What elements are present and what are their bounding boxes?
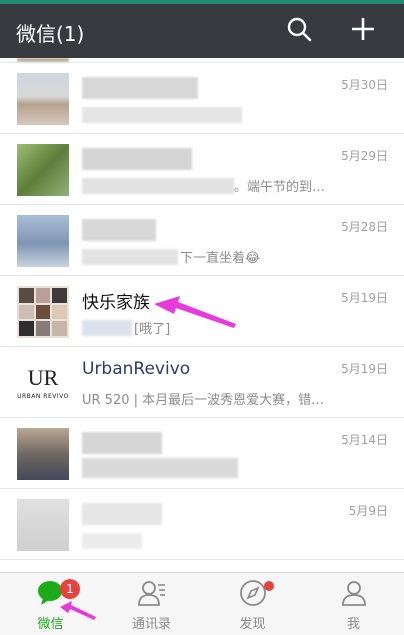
chat-row[interactable]: 下一直坐着😂 5月28日 <box>0 205 404 276</box>
tab-weixin[interactable]: 1 微信 <box>0 573 101 635</box>
member-photo <box>52 321 67 336</box>
status-strip <box>0 0 404 4</box>
chat-row[interactable]: 5月30日 <box>0 63 404 134</box>
chat-date: 5月9日 <box>348 504 388 518</box>
logo-monogram: UR <box>27 365 59 390</box>
tab-bar: 1 微信 通讯录 发现 我 <box>0 572 404 635</box>
blurred-name <box>82 503 162 525</box>
avatar <box>17 215 69 267</box>
annotation-arrow <box>60 601 96 620</box>
chat-preview: 下一直坐着😂 <box>180 251 261 266</box>
compass-icon <box>240 580 266 606</box>
chat-date: 5月14日 <box>341 433 388 447</box>
app-header: 微信(1) <box>0 0 404 58</box>
member-photo <box>35 288 51 303</box>
member-photo <box>19 288 34 303</box>
avatar <box>17 144 69 196</box>
page-title: 微信(1) <box>16 22 85 46</box>
chat-row[interactable]: 5月9日 <box>0 489 404 560</box>
chat-row[interactable]: 。端午节的到… 5月29日 <box>0 134 404 205</box>
member-photo <box>52 288 67 303</box>
annotation-arrow <box>154 296 236 328</box>
chat-preview: 。端午节的到… <box>234 180 326 195</box>
blurred-preview <box>82 178 234 194</box>
blurred-name <box>82 219 156 241</box>
person-icon <box>342 581 366 606</box>
blurred-name <box>82 77 198 99</box>
blurred-preview <box>82 320 132 336</box>
group-avatar <box>17 286 69 338</box>
plus-icon[interactable] <box>350 16 376 42</box>
avatar <box>17 73 69 125</box>
chat-date: 5月19日 <box>341 362 388 376</box>
member-photo <box>35 321 51 336</box>
blurred-preview <box>82 107 242 123</box>
tab-label: 通讯录 <box>131 617 171 632</box>
member-photo <box>19 321 34 336</box>
chat-date: 5月29日 <box>341 149 388 163</box>
blurred-preview <box>82 458 238 478</box>
tab-me[interactable]: 我 <box>303 573 404 635</box>
member-photo <box>52 304 67 320</box>
blurred-name <box>82 432 162 454</box>
chat-row[interactable]: 5月14日 <box>0 418 404 489</box>
chat-list: 5月30日 。端午节的到… 5月29日 下一直坐着😂 5月28日 快乐家族 [哦… <box>0 58 404 572</box>
chat-row-urbanrevivo[interactable]: UR URBAN REVIVO UrbanRevivo UR 520 | 本月最… <box>0 347 404 418</box>
chat-date: 5月28日 <box>341 220 388 234</box>
logo-wordmark: URBAN REVIVO <box>17 393 69 400</box>
avatar <box>17 499 69 551</box>
tab-label: 我 <box>346 617 360 632</box>
tab-discover[interactable]: 发现 <box>202 573 303 635</box>
tab-contacts[interactable]: 通讯录 <box>101 573 202 635</box>
chat-preview: UR 520 | 本月最后一波秀恩爱大赛，错… <box>82 393 325 408</box>
search-icon[interactable] <box>286 16 312 42</box>
unread-badge: 1 <box>60 579 80 599</box>
member-photo <box>19 304 34 320</box>
avatar <box>17 428 69 480</box>
chat-name: 快乐家族 <box>82 293 150 313</box>
contacts-icon <box>138 581 165 606</box>
new-dot <box>264 581 274 591</box>
chat-date: 5月19日 <box>341 291 388 305</box>
blurred-name <box>82 148 192 170</box>
member-photo <box>35 304 51 320</box>
tab-label: 发现 <box>239 617 266 632</box>
chat-date: 5月30日 <box>341 78 388 92</box>
blurred-preview <box>82 533 142 549</box>
urbanrevivo-logo: UR URBAN REVIVO <box>17 357 69 409</box>
chat-name: UrbanRevivo <box>82 359 191 379</box>
blurred-preview <box>82 249 178 265</box>
